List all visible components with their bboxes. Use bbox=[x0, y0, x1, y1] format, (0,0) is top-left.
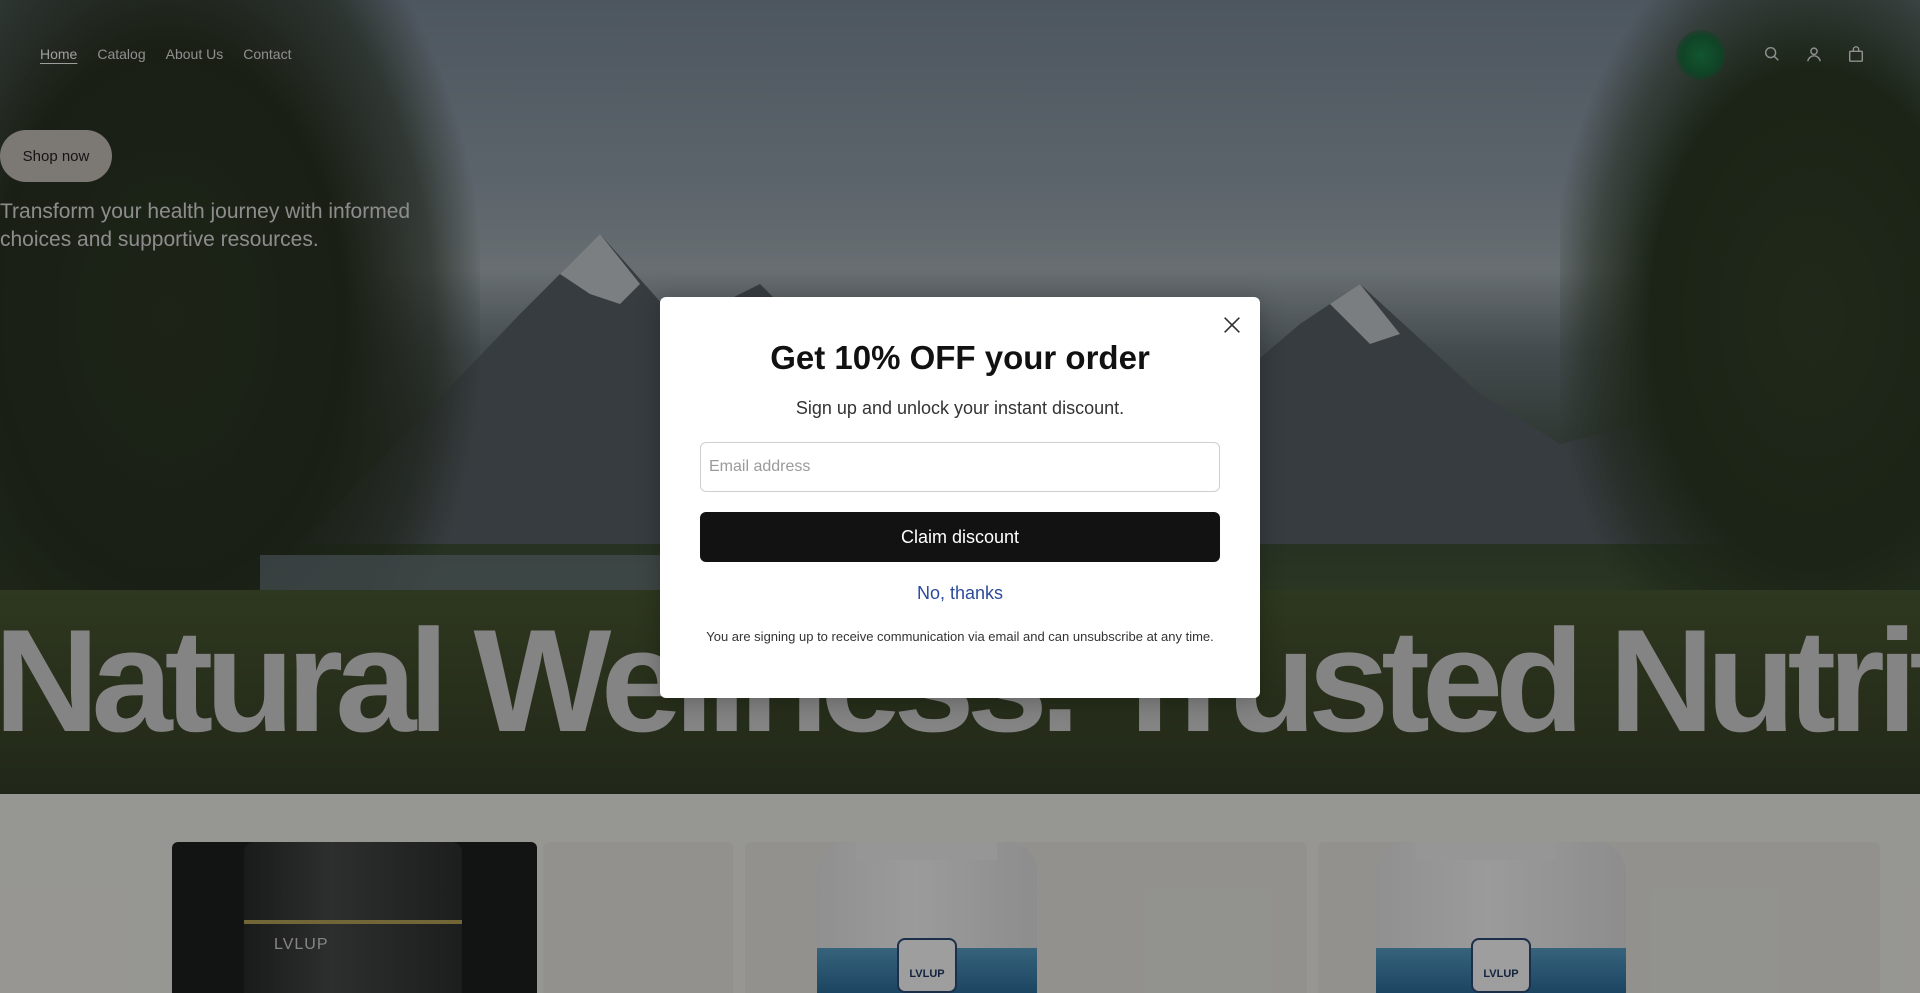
popup-title: Get 10% OFF your order bbox=[770, 339, 1150, 376]
email-input[interactable] bbox=[700, 442, 1220, 492]
no-thanks-link[interactable]: No, thanks bbox=[660, 583, 1260, 604]
claim-discount-button[interactable]: Claim discount bbox=[700, 512, 1220, 562]
popup-disclaimer: You are signing up to receive communicat… bbox=[706, 629, 1214, 644]
close-icon[interactable] bbox=[1218, 311, 1246, 339]
popup-subtitle: Sign up and unlock your instant discount… bbox=[795, 398, 1125, 418]
discount-popup: Get 10% OFF your order Sign up and unloc… bbox=[660, 297, 1260, 698]
